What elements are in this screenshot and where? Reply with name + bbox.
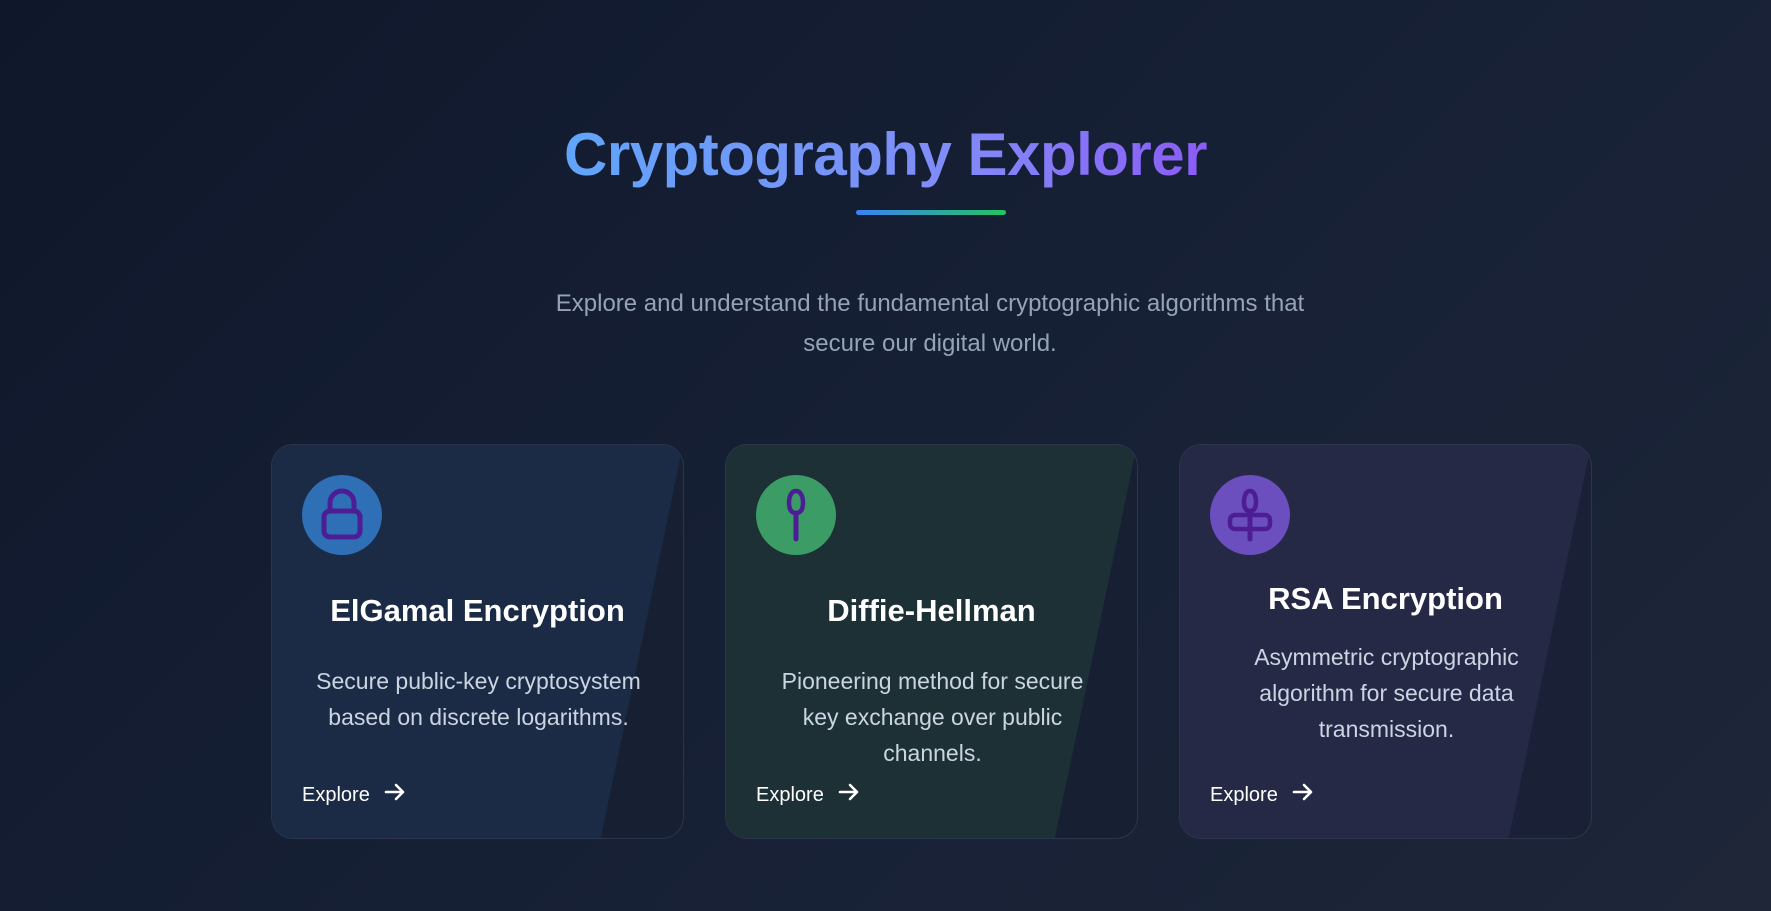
page-subtitle: Explore and understand the fundamental c… bbox=[555, 290, 1305, 357]
title-underline bbox=[856, 210, 1006, 215]
card-elgamal[interactable]: ElGamal Encryption Secure public-key cry… bbox=[271, 444, 684, 839]
key-icon bbox=[756, 475, 836, 555]
arrow-right-icon bbox=[384, 781, 406, 809]
card-title: RSA Encryption bbox=[1268, 581, 1503, 616]
explore-link[interactable]: Explore bbox=[756, 781, 860, 809]
explore-link[interactable]: Explore bbox=[302, 781, 406, 809]
lock-icon bbox=[302, 475, 382, 555]
card-diffie-hellman[interactable]: Diffie-Hellman Pioneering method for sec… bbox=[725, 444, 1138, 839]
card-description: Asymmetric cryptographic algorithm for s… bbox=[1254, 644, 1519, 742]
explore-label: Explore bbox=[1210, 783, 1278, 806]
arrow-right-icon bbox=[1292, 781, 1314, 809]
algorithm-cards: ElGamal Encryption Secure public-key cry… bbox=[271, 444, 1592, 839]
card-description: Secure public-key cryptosystem based on … bbox=[316, 668, 641, 730]
key-alt-icon bbox=[1210, 475, 1290, 555]
explore-label: Explore bbox=[756, 783, 824, 806]
card-title: Diffie-Hellman bbox=[827, 593, 1036, 628]
explore-label: Explore bbox=[302, 783, 370, 806]
explore-link[interactable]: Explore bbox=[1210, 781, 1314, 809]
arrow-right-icon bbox=[838, 781, 860, 809]
card-rsa[interactable]: RSA Encryption Asymmetric cryptographic … bbox=[1179, 444, 1592, 839]
page-title: Cryptography Explorer bbox=[564, 121, 1207, 188]
card-title: ElGamal Encryption bbox=[330, 593, 625, 628]
card-description: Pioneering method for secure key exchang… bbox=[781, 668, 1084, 766]
